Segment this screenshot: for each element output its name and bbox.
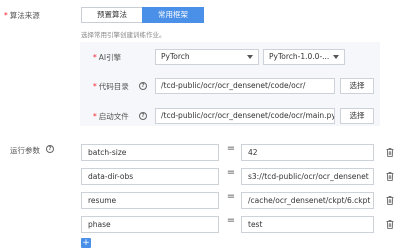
tab-preset-algorithm[interactable]: 预置算法 bbox=[81, 7, 143, 23]
equals-sign: = bbox=[226, 143, 236, 154]
param-name-input[interactable]: resume bbox=[81, 192, 219, 209]
code-dir-select-button[interactable]: 选择 bbox=[340, 78, 374, 94]
engine-select[interactable]: PyTorch bbox=[155, 49, 259, 65]
ai-engine-label: * AI引擎 bbox=[93, 53, 122, 62]
code-dir-label: * 代码目录 bbox=[93, 82, 129, 91]
boot-file-label: * 启动文件 bbox=[93, 112, 129, 121]
equals-sign: = bbox=[226, 191, 236, 202]
engine-version-select[interactable]: PyTorch-1.0.0-... bbox=[263, 49, 345, 65]
boot-file-select-button[interactable]: 选择 bbox=[340, 108, 374, 124]
param-value-input[interactable]: /cache/ocr_densenet/ckpt/6.ckpt bbox=[241, 192, 374, 209]
param-value-input[interactable]: s3://tcd-public/ocr/ocr_densenet bbox=[241, 168, 374, 185]
equals-sign: = bbox=[226, 167, 236, 178]
code-dir-input[interactable]: /tcd-public/ocr/ocr_densenet/code/ocr/ bbox=[155, 78, 335, 94]
trash-icon[interactable] bbox=[386, 220, 394, 229]
param-value-input[interactable]: test bbox=[241, 216, 374, 233]
algorithm-source-label: * 算法来源 bbox=[4, 11, 40, 20]
tab-common-framework[interactable]: 常用框架 bbox=[142, 7, 204, 23]
param-name-input[interactable]: phase bbox=[81, 216, 219, 233]
help-icon[interactable]: ? bbox=[139, 82, 147, 90]
param-name-input[interactable]: batch-size bbox=[81, 144, 219, 161]
equals-sign: = bbox=[226, 215, 236, 226]
boot-file-input[interactable]: /tcd-public/ocr/ocr_densenet/code/ocr/ma… bbox=[155, 108, 335, 124]
trash-icon[interactable] bbox=[386, 148, 394, 157]
param-value-input[interactable]: 42 bbox=[241, 144, 374, 161]
source-hint-text: 选择常用引擎创建训练作业。 bbox=[81, 31, 166, 39]
param-name-input[interactable]: data-dir-obs bbox=[81, 168, 219, 185]
chevron-down-icon bbox=[247, 55, 253, 59]
trash-icon[interactable] bbox=[386, 172, 394, 181]
chevron-down-icon bbox=[333, 55, 339, 59]
trash-icon[interactable] bbox=[386, 196, 394, 205]
run-params-label: 运行参数 bbox=[10, 146, 40, 155]
help-icon[interactable]: ? bbox=[46, 145, 54, 153]
help-icon[interactable]: ? bbox=[139, 112, 147, 120]
add-param-button[interactable]: + bbox=[81, 238, 91, 248]
